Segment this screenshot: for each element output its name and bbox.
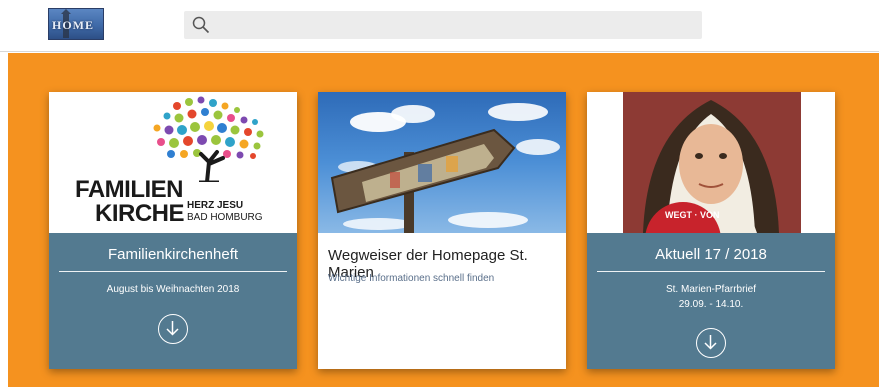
home-logo[interactable]: HOME [48,8,104,40]
herz-jesu-text: HERZ JESU [187,200,244,211]
card-divider [59,271,287,272]
card-body: Aktuell 17 / 2018 St. Marien-Pfarrbrief … [587,233,835,369]
nun-portrait-image: WEGT · VON [587,92,835,233]
tree-art-icon [153,96,264,182]
card-subtitle-line1: St. Marien-Pfarrbrief [665,284,757,295]
card-divider [597,271,825,272]
card-title: Aktuell 17 / 2018 [655,246,767,263]
card-subtitle: Wichtige Informationen schnell finden [328,273,495,284]
card-title: Familienkirchenheft [107,246,239,263]
nun-figure-icon: WEGT · VON [643,100,779,233]
search-input[interactable] [216,15,694,35]
signpost-image [318,92,566,233]
signpost-art-icon [330,103,560,233]
badge-text: WEGT · VON [665,210,720,220]
card-aktuell[interactable]: WEGT · VON Aktuell 17 / 2018 St. Marien-… [587,92,835,369]
download-circle-icon[interactable] [696,328,726,358]
site-header: HOME [0,0,879,52]
kirche-word: KIRCHE [95,200,185,227]
search-bar[interactable] [184,11,702,39]
bad-homburg-text: BAD HOMBURG [187,212,263,223]
familienkirche-logo-image: FAMILIEN KIRCHE HERZ JESU BAD HOMBURG [49,92,297,233]
logo-text: HOME [52,18,94,32]
download-circle-icon[interactable] [158,314,188,344]
card-body: Familienkirchenheft August bis Weihnacht… [49,233,297,369]
card-subtitle: August bis Weihnachten 2018 [106,284,240,295]
card-wegweiser[interactable]: Wegweiser der Homepage St. Marien Wichti… [318,92,566,369]
card-subtitle: St. Marien-Pfarrbrief 29.09. - 14.10. [587,282,835,312]
search-icon [192,16,210,34]
card-subtitle-line2: 29.09. - 14.10. [678,299,744,310]
card-familienkirchenheft[interactable]: FAMILIEN KIRCHE HERZ JESU BAD HOMBURG Fa… [49,92,297,369]
card-body: Wegweiser der Homepage St. Marien Wichti… [318,233,566,369]
